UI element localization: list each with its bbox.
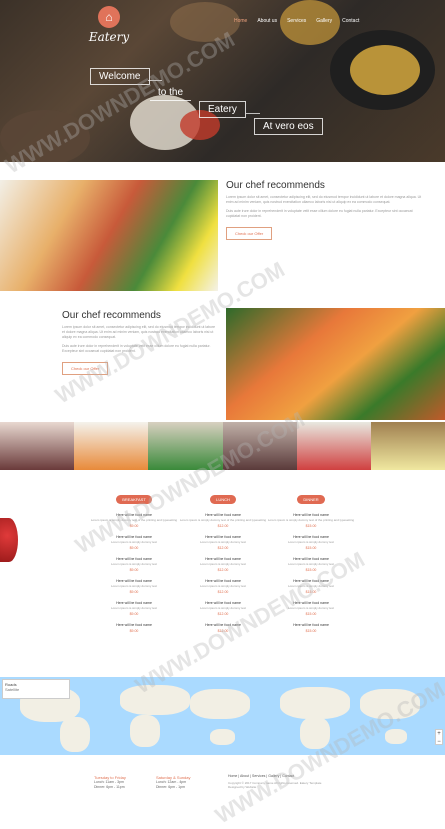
map-type-control[interactable]: Roads Satellite (2, 679, 70, 699)
section-text-2: Duis aute irure dolor in reprehenderit i… (226, 209, 413, 218)
nav-item-home[interactable]: Home (234, 18, 247, 24)
hours-weekdays: Tuesday to Friday Lunch: 11am - 3pm Dinn… (94, 775, 126, 789)
nav-item-about[interactable]: About us (257, 18, 277, 24)
gallery-image-kiwi[interactable] (370, 422, 445, 470)
menu-item: Here will be food name Lorem ipsum is sim… (110, 579, 157, 594)
nav-item-contact[interactable]: Contact (342, 18, 359, 24)
menu-item: Here will be food name Lorem ipsum is sim… (267, 513, 355, 528)
menu-item: Here will be food name Lorem ipsum is sim… (179, 513, 267, 528)
menu-item: Here will be food name Lorem ipsum is sim… (199, 557, 246, 572)
hours-weekend: Saturday & Sunday Lunch: 12am - 4pm Dinn… (156, 775, 191, 789)
gallery-image-salad[interactable] (74, 422, 149, 470)
menu-item: Here will be food name Lorem ipsum is sim… (110, 601, 157, 616)
salad-image (0, 180, 218, 291)
menu-item: Here will be food name Lorem ipsum is sim… (199, 535, 246, 550)
category-badge: LUNCH (210, 495, 236, 504)
menu-item: Here will be food name $15.00 (293, 623, 329, 633)
hero-line-3: Eatery (199, 101, 246, 118)
category-badge: DINNER (297, 495, 325, 504)
menu-item: Here will be food name Lorem ipsum is sim… (287, 535, 334, 550)
shrimp-dish-image (226, 308, 445, 420)
menu-item: Here will be food name Lorem ipsum is sim… (110, 557, 157, 572)
brand-logo[interactable]: ⌂ Eatery (86, 6, 132, 44)
recommend-section-1: Our chef recommends Lorem ipsum dolor si… (226, 180, 426, 240)
nav-item-gallery[interactable]: Gallery (316, 18, 332, 24)
brand-name: Eatery (88, 30, 130, 44)
logo-icon: ⌂ (98, 6, 120, 28)
main-nav: Home About us Services Gallery Contact (234, 18, 359, 24)
gallery-image-cupcakes[interactable] (0, 422, 75, 470)
zoom-control[interactable]: + − (435, 729, 443, 745)
menu-item: Here will be food name $9.00 (116, 623, 152, 633)
check-offer-button[interactable]: Check our Offer (226, 227, 273, 240)
hero-line-4: At vero eos (254, 118, 323, 135)
section-title: Our chef recommends (226, 180, 325, 191)
strawberry-decoration (0, 518, 18, 562)
menu-item: Here will be food name Lorem ipsum is sim… (199, 579, 246, 594)
section-text: Lorem ipsum dolor sit amet, consectetur … (226, 195, 422, 204)
map-satellite-option[interactable]: Satellite (5, 687, 19, 692)
nav-item-services[interactable]: Services (287, 18, 306, 24)
